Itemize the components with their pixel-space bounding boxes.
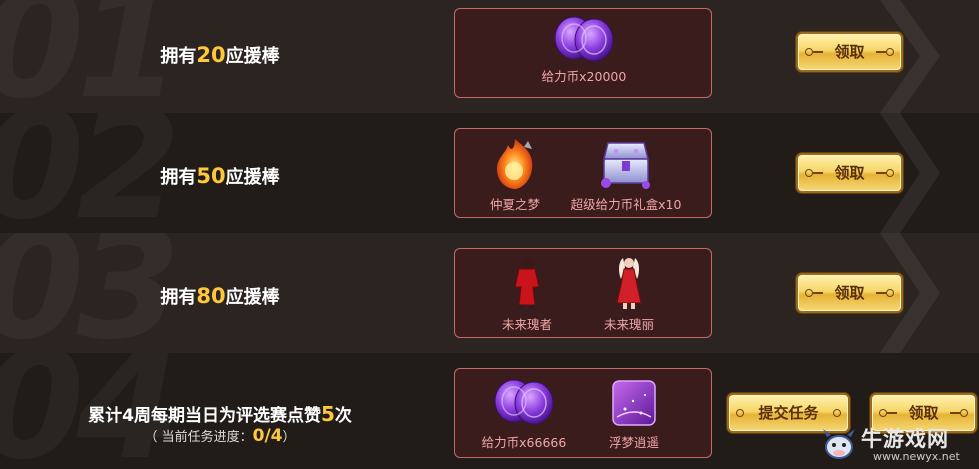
- purple-coin-icon: [554, 16, 614, 62]
- condition-suffix: 应援棒: [225, 46, 280, 67]
- claim-button-label: 领取: [834, 284, 865, 302]
- condition-suffix: 应援棒: [225, 287, 280, 308]
- purple-card-icon: [612, 380, 656, 426]
- claim-button-label: 领取: [834, 43, 865, 61]
- reward-item[interactable]: 未来瑰丽: [579, 255, 679, 333]
- red-dress-icon: [616, 258, 642, 309]
- reward-item[interactable]: 浮梦逍遥: [591, 379, 677, 451]
- purple-coin-icon: [494, 379, 554, 425]
- submit-task-label: 提交任务: [758, 404, 819, 422]
- reward-item[interactable]: 未来瑰者: [477, 255, 577, 333]
- reward-row-2: 02 拥有50应援棒 仲夏之梦 超级给力币礼盒x10: [0, 113, 979, 233]
- progress-value: 0/4: [252, 426, 283, 446]
- condition-prefix: 拥有: [160, 167, 197, 188]
- red-outfit-icon: [514, 258, 540, 309]
- claim-button[interactable]: 领取: [796, 153, 903, 193]
- reward-label: 给力币x66666: [481, 435, 567, 450]
- claim-button[interactable]: 领取: [796, 32, 903, 72]
- reward-label: 超级给力币礼盒x10: [570, 197, 682, 212]
- reward-label: 仲夏之梦: [489, 197, 540, 212]
- reward-box: 给力币x20000: [454, 8, 712, 98]
- row-condition: 拥有50应援棒: [120, 163, 320, 189]
- claim-button[interactable]: 领取: [796, 273, 903, 313]
- row-condition: 拥有20应援棒: [120, 42, 320, 68]
- reward-box: 给力币x66666 浮梦逍遥: [454, 368, 712, 458]
- reward-label: 浮梦逍遥: [608, 435, 659, 450]
- progress-label: （ 当前任务进度：: [144, 430, 253, 445]
- reward-item[interactable]: 给力币x66666: [469, 375, 579, 451]
- reward-label: 未来瑰者: [501, 317, 552, 332]
- reward-label: 未来瑰丽: [603, 317, 654, 332]
- progress-close: ）: [282, 430, 296, 445]
- reward-item[interactable]: 给力币x20000: [525, 13, 643, 85]
- condition-value: 5: [320, 402, 335, 426]
- condition-prefix: 累计4周每期当日为评选赛点赞: [88, 406, 321, 426]
- condition-prefix: 拥有: [160, 287, 197, 308]
- condition-value: 20: [196, 43, 226, 67]
- reward-row-3: 03 拥有80应援棒 未来瑰者 未来瑰丽 领取: [0, 233, 979, 353]
- row-condition: 累计4周每期当日为评选赛点赞5次: [40, 401, 400, 426]
- watermark-url: www.newyx.net: [873, 450, 960, 463]
- reward-label: 给力币x20000: [541, 69, 627, 84]
- reward-box: 未来瑰者 未来瑰丽: [454, 248, 712, 338]
- site-watermark: 牛游戏网 www.newyx.net: [821, 423, 971, 465]
- watermark-text: 牛游戏网: [861, 427, 949, 451]
- reward-item[interactable]: 超级给力币礼盒x10: [559, 135, 693, 213]
- reward-box: 仲夏之梦 超级给力币礼盒x10: [454, 128, 712, 218]
- condition-value: 80: [196, 284, 226, 308]
- condition-value: 50: [196, 164, 226, 188]
- claim-button-label: 领取: [834, 164, 865, 182]
- cow-mascot-icon: [823, 429, 855, 459]
- row-condition: 拥有80应援棒: [120, 283, 320, 309]
- reward-row-1: 01 拥有20应援棒 给力币x20000 领取: [0, 0, 979, 113]
- flame-orb-icon: [496, 139, 533, 189]
- condition-prefix: 拥有: [160, 46, 197, 67]
- task-progress: （ 当前任务进度：0/4）: [40, 426, 400, 446]
- claim-button-label: 领取: [908, 404, 939, 422]
- reward-item[interactable]: 仲夏之梦: [463, 135, 567, 213]
- treasure-chest-icon: [601, 142, 650, 189]
- condition-suffix: 应援棒: [225, 167, 280, 188]
- condition-suffix: 次: [334, 406, 352, 426]
